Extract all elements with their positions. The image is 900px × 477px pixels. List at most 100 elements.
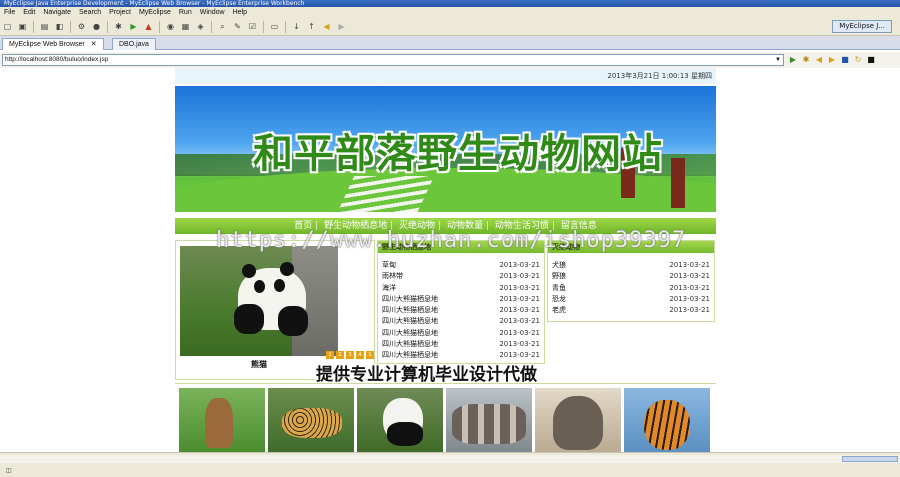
menu-myeclipse[interactable]: MyEclipse — [135, 7, 175, 18]
scrollbar-thumb[interactable] — [842, 456, 898, 462]
new-package-icon[interactable]: ▦ — [180, 21, 191, 32]
debug-icon[interactable]: ✱ — [113, 21, 124, 32]
external-tools-icon[interactable]: ▲ — [143, 21, 154, 32]
globe-icon[interactable]: ● — [91, 21, 102, 32]
refresh-icon[interactable]: ↻ — [853, 55, 863, 65]
task-icon[interactable]: ☑ — [247, 21, 258, 32]
item-name: 青鱼 — [552, 283, 566, 292]
list-item[interactable]: 草甸 2013-03-21 — [378, 260, 544, 271]
list-item[interactable]: 老虎 2013-03-21 — [548, 305, 714, 316]
list-item[interactable]: 四川大熊猫栖息地 2013-03-21 — [378, 305, 544, 316]
list-item[interactable]: 野狼 2013-03-21 — [548, 271, 714, 282]
item-date: 2013-03-21 — [499, 272, 540, 281]
habitat-panel: 野生动物栖息地 草甸 2013-03-21 雨林带 2013-03-21 海洋 201… — [377, 240, 545, 364]
perspective-button[interactable]: MyEclipse J... — [832, 20, 892, 33]
menu-run[interactable]: Run — [175, 7, 196, 18]
back-icon[interactable]: ◀ — [321, 21, 332, 32]
editor-tabbar: MyEclipse Web Browser ✕ DBO.java — [0, 36, 900, 50]
featured-image[interactable] — [180, 246, 338, 356]
panda-arm — [234, 304, 264, 334]
menu-help[interactable]: Help — [229, 7, 251, 18]
open-type-icon[interactable]: ◈ — [195, 21, 206, 32]
back-icon[interactable]: ◀ — [814, 55, 824, 65]
menu-file[interactable]: File — [0, 7, 19, 18]
menu-project[interactable]: Project — [105, 7, 135, 18]
site-banner: 和平部落野生动物网站 — [175, 86, 716, 212]
deploy-icon[interactable]: ⚙ — [76, 21, 87, 32]
list-item[interactable]: 四川大熊猫栖息地 2013-03-21 — [378, 294, 544, 305]
item-name: 四川大熊猫栖息地 — [382, 328, 438, 337]
tab-dbo-java[interactable]: DBO.java — [112, 38, 156, 50]
menu-window[interactable]: Window — [196, 7, 229, 18]
toolbar-separator — [70, 20, 71, 33]
panda-thumbnail[interactable] — [357, 388, 443, 452]
settings-icon[interactable]: ✱ — [801, 55, 811, 65]
menu-search[interactable]: Search — [75, 7, 105, 18]
wolves-thumbnail[interactable] — [446, 388, 532, 452]
folder-icon[interactable]: ▭ — [269, 21, 280, 32]
close-icon[interactable]: ✕ — [91, 41, 97, 48]
go-icon[interactable]: ▶ — [788, 55, 798, 65]
url-input[interactable]: http://localhost:8080/buluo/index.jsp ▼ — [2, 54, 784, 66]
list-item[interactable]: 海洋 2013-03-21 — [378, 283, 544, 294]
slider-dot[interactable]: 2 — [336, 351, 344, 359]
item-name: 恐龙 — [552, 294, 566, 303]
list-item[interactable]: 四川大熊猫栖息地 2013-03-21 — [378, 339, 544, 350]
tiger-thumbnail[interactable] — [624, 388, 710, 452]
pencil-icon[interactable]: ✎ — [232, 21, 243, 32]
overlay-caption: 提供专业计算机毕业设计代做 — [316, 365, 537, 385]
panda-eye — [254, 280, 265, 293]
elephant-thumbnail[interactable] — [535, 388, 621, 452]
stone-path — [335, 176, 435, 212]
item-name: 草甸 — [382, 261, 396, 269]
print-icon[interactable]: ▤ — [39, 21, 50, 32]
new-class-icon[interactable]: ◉ — [165, 21, 176, 32]
new-icon[interactable]: ▢ — [2, 21, 13, 32]
slider-dot[interactable]: 1 — [326, 351, 334, 359]
home-icon[interactable]: ■ — [840, 55, 850, 65]
status-bar: ◫ — [0, 452, 900, 477]
extinct-list: 犬狼 2013-03-21 野狼 2013-03-21 青鱼 2013-03-21 恐… — [548, 253, 714, 316]
windmill-icon — [671, 158, 685, 208]
forward-icon[interactable]: ▶ — [336, 21, 347, 32]
slider-dot[interactable]: 4 — [356, 351, 364, 359]
forward-icon[interactable]: ▶ — [827, 55, 837, 65]
menu-edit[interactable]: Edit — [19, 7, 39, 18]
squirrel-shape — [205, 398, 233, 448]
horizontal-scrollbar[interactable] — [0, 455, 900, 463]
habitat-list: 草甸 2013-03-21 雨林带 2013-03-21 海洋 2013-03-21 … — [378, 253, 544, 362]
toolbar-separator — [285, 20, 286, 33]
run-icon[interactable]: ▶ — [128, 21, 139, 32]
list-item[interactable]: 恐龙 2013-03-21 — [548, 294, 714, 305]
menu-navigate[interactable]: Navigate — [39, 7, 75, 18]
slider-dot[interactable]: 3 — [346, 351, 354, 359]
panda-arm — [387, 422, 423, 446]
server-icon[interactable]: ◧ — [54, 21, 65, 32]
item-name: 海洋 — [382, 283, 396, 292]
item-name: 野狼 — [552, 272, 566, 281]
web-page: 2013年3月21日 1:00:13 星期四 和平部落野生动物网站 首页 | 野生… — [175, 68, 716, 452]
search-icon[interactable]: ⌕ — [217, 21, 228, 32]
stop-icon[interactable]: ■ — [866, 55, 876, 65]
list-item[interactable]: 四川大熊猫栖息地 2013-03-21 — [378, 316, 544, 327]
leopard-thumbnail[interactable] — [268, 388, 354, 452]
slider-dot[interactable]: 5 — [366, 351, 374, 359]
toolbar-separator — [159, 20, 160, 33]
squirrel-thumbnail[interactable] — [179, 388, 265, 452]
list-item[interactable]: 犬狼 2013-03-21 — [548, 260, 714, 271]
item-name: 四川大熊猫栖息地 — [382, 306, 438, 315]
menu-bar: File Edit Navigate Search Project MyEcli… — [0, 7, 900, 18]
list-item[interactable]: 青鱼 2013-03-21 — [548, 283, 714, 294]
window-title: MyEclipse Java Enterprise Development - … — [0, 0, 900, 7]
tab-web-browser[interactable]: MyEclipse Web Browser ✕ — [2, 38, 104, 50]
url-text: http://localhost:8080/buluo/index.jsp — [5, 56, 109, 63]
save-icon[interactable]: ▣ — [17, 21, 28, 32]
next-annotation-icon[interactable]: ↓ — [291, 21, 302, 32]
list-item[interactable]: 雨林带 2013-03-21 — [378, 271, 544, 282]
elephant-shape — [553, 396, 603, 450]
list-item[interactable]: 四川大熊猫栖息地 2013-03-21 — [378, 328, 544, 339]
toolbar-separator — [33, 20, 34, 33]
chevron-down-icon[interactable]: ▼ — [773, 55, 783, 65]
prev-annotation-icon[interactable]: ↑ — [306, 21, 317, 32]
browser-viewport[interactable]: 2013年3月21日 1:00:13 星期四 和平部落野生动物网站 首页 | 野生… — [0, 68, 900, 452]
